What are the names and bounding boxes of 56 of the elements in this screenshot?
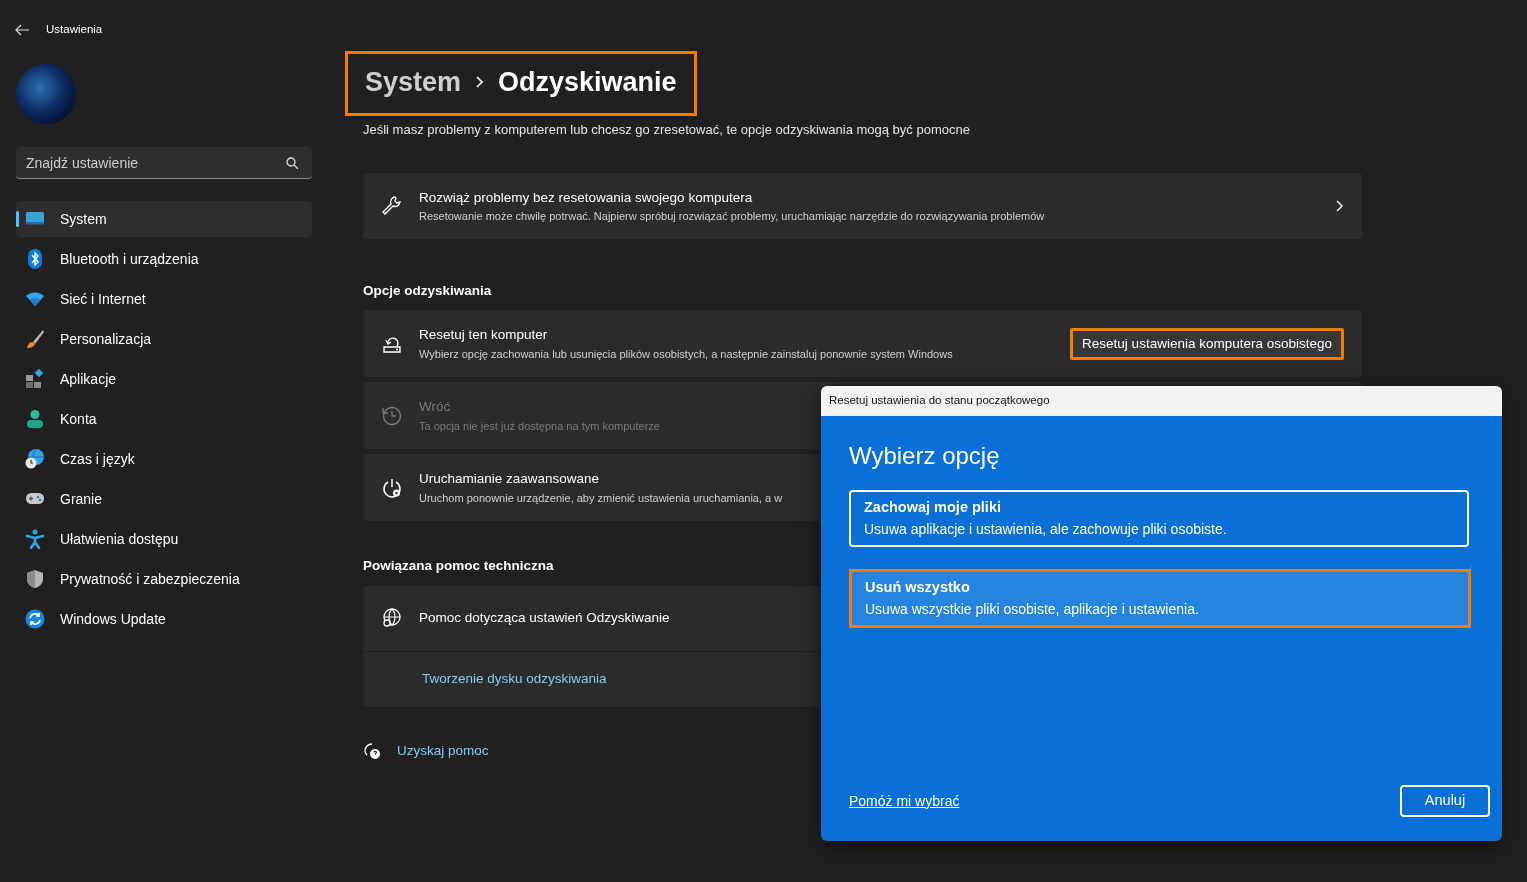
window-title: Ustawienia (46, 22, 103, 38)
option-button[interactable]: Usuń wszystko Usuwa wszystkie pliki osobiste, aplikacje i ustawienia. (849, 568, 1471, 628)
wrench-icon (381, 195, 403, 217)
search-field[interactable]: Znajdź ustawienie (16, 147, 312, 179)
chevron-right-icon (475, 76, 485, 89)
nav-item[interactable]: Aplikacje (16, 361, 312, 397)
help-section-title[interactable]: Pomoc dotycząca ustawień Odzyskiwanie (419, 607, 670, 629)
nav-item[interactable]: System (16, 201, 312, 237)
power-gear-icon (381, 476, 403, 499)
help-link[interactable]: Pomóż mi wybrać (849, 790, 960, 812)
card-subtitle: Wybierz opcję zachowania lub usunięcia plików osobistych, a następnie zainstaluj ponownie system Windows (419, 346, 953, 362)
accessibility-icon (25, 529, 45, 549)
section-heading: Opcje odzyskiwania (363, 282, 493, 300)
nav-item[interactable]: Bluetooth i urządzenia (16, 241, 312, 277)
globe-search-icon (381, 607, 403, 629)
card-title: Uruchamianie zaawansowane (419, 470, 600, 489)
card-title: Rozwiąż problemy bez resetowania swojego komputera (419, 188, 753, 207)
reset-button[interactable]: Resetuj ustawienia komputera osobistego (1070, 327, 1344, 360)
back-button[interactable] (14, 22, 30, 38)
chevron-right-icon (1336, 200, 1344, 212)
refresh-icon (25, 609, 45, 629)
settings-card[interactable]: Rozwiąż problemy bez resetowania swojego komputera Resetowanie może chwilę potrwać. Najpierw spróbuj rozwiązać problemy, uruchamiając narzędzie do rozwiązywania problemów (363, 173, 1362, 239)
dialog-heading: Wybierz opcję (849, 441, 1001, 471)
nav-item[interactable]: Windows Update (16, 601, 312, 637)
nav-item[interactable]: Czas i język (16, 441, 312, 477)
nav-item[interactable]: Ułatwienia dostępu (16, 521, 312, 557)
breadcrumb-link[interactable]: System (365, 62, 462, 103)
help-link[interactable]: Tworzenie dysku odzyskiwania (422, 668, 607, 690)
get-help-link[interactable]: Uzyskaj pomoc (397, 740, 489, 761)
option-button[interactable]: Zachowaj moje pliki Usuwa aplikacje i ustawienia, ale zachowuje pliki osobiste. (849, 490, 1469, 547)
avatar-image (16, 64, 76, 124)
nav-item[interactable]: Konta (16, 401, 312, 437)
card-subtitle: Ta opcja nie jest już dostępna na tym komputerze (419, 418, 660, 434)
nav-item[interactable]: Sieć i Internet (16, 281, 312, 317)
cancel-button[interactable]: Anuluj (1400, 785, 1490, 817)
card-subtitle: Uruchom ponownie urządzenie, aby zmienić ustawienia uruchamiania, a w (419, 490, 783, 506)
search-icon (286, 157, 298, 169)
card-title: Wróć (419, 398, 451, 417)
page-title: Odzyskiwanie (498, 66, 677, 99)
help-chat-icon (363, 741, 381, 760)
nav-item[interactable]: Personalizacja (16, 321, 312, 357)
card-subtitle: Resetowanie może chwilę potrwać. Najpierw spróbuj rozwiązać problemy, uruchamiając narzędzie do rozwiązywania problemów (419, 208, 1045, 224)
globe-clock-icon (25, 449, 45, 469)
person-icon (25, 409, 45, 429)
shield-icon (25, 569, 45, 589)
nav-item[interactable]: Prywatność i zabezpieczenia (16, 561, 312, 597)
nav-item[interactable]: Granie (16, 481, 312, 517)
page-description: Jeśli masz problemy z komputerem lub chcesz go zresetować, te opcje odzyskiwania mogą być pomocne (363, 120, 971, 139)
card-title: Resetuj ten komputer (419, 326, 548, 345)
bluetooth-icon (25, 249, 45, 269)
apps-icon (25, 369, 45, 389)
dialog-title: Resetuj ustawienia do stanu początkowego (821, 386, 1502, 416)
section-heading: Powiązana pomoc techniczna (363, 557, 555, 576)
paintbrush-icon (25, 329, 45, 349)
settings-card[interactable]: Resetuj ten komputer Wybierz opcję zachowania lub usunięcia plików osobistych, a następnie zainstaluj ponownie system Windows Resetuj ustawienia komputera osobistego (363, 310, 1362, 378)
history-icon (381, 404, 403, 427)
